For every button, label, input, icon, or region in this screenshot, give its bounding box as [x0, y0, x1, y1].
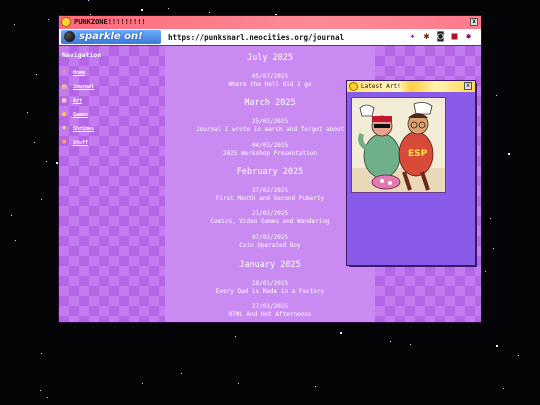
star — [503, 388, 504, 389]
bug-icon[interactable]: ✱ — [421, 31, 432, 42]
book-icon: ▤ — [62, 82, 67, 90]
window-titlebar[interactable]: PUNKZONE!!!!!!!!! x — [59, 16, 481, 29]
latest-art-popup: Latest Art! x ESP — [347, 81, 475, 265]
entry-date: 07/02/2025 — [251, 234, 289, 241]
bookmark-icon[interactable]: ■ — [449, 31, 460, 42]
star — [90, 14, 91, 15]
entry-link[interactable]: HTML And Hot Afternoons — [165, 311, 375, 318]
star — [36, 74, 37, 75]
smiley-icon — [61, 17, 71, 27]
beetle-icon[interactable]: ✸ — [463, 31, 474, 42]
navigation-title: Navigation — [62, 51, 102, 59]
bowling-ball-icon — [64, 31, 75, 42]
star — [410, 344, 411, 345]
popup-close-button[interactable]: x — [464, 82, 472, 90]
star — [490, 218, 491, 219]
month-heading: February 2025 — [236, 167, 304, 177]
star — [181, 373, 182, 374]
window-title: PUNKZONE!!!!!!!!! — [74, 18, 146, 26]
star — [315, 386, 316, 387]
star — [496, 345, 498, 347]
entry-link[interactable]: First Month and Second Puberty — [165, 195, 375, 202]
entry-date: 21/02/2025 — [251, 210, 289, 217]
star — [235, 336, 236, 337]
star — [48, 19, 49, 20]
window-close-button[interactable]: x — [470, 18, 478, 26]
url-field[interactable]: https://punksnarl.neocities.org/journal — [168, 33, 344, 42]
star — [485, 271, 486, 272]
box-icon: ☻ — [62, 138, 67, 146]
robot-icon[interactable]: ◙ — [435, 31, 446, 42]
star — [34, 142, 35, 143]
star — [508, 153, 510, 155]
star — [493, 248, 494, 249]
entry-date: 28/01/2025 — [251, 280, 289, 287]
entry-date: 04/03/2025 — [251, 142, 289, 149]
star — [47, 397, 48, 398]
popup-title: Latest Art! — [361, 83, 401, 90]
month-heading: July 2025 — [246, 53, 294, 63]
nav-label[interactable]: Art — [73, 98, 82, 104]
sidebar: Navigation ⌂ Home ▤ Journal ▦ Art ● Game… — [59, 46, 165, 322]
star — [41, 199, 42, 200]
star — [168, 8, 169, 9]
entry-link[interactable]: Every Dad is Made in a Factory — [165, 288, 375, 295]
star — [11, 215, 12, 216]
star — [46, 161, 47, 162]
star — [15, 240, 16, 241]
star — [14, 24, 15, 25]
nav-label[interactable]: Journal — [73, 84, 94, 90]
nav-label[interactable]: Home — [73, 70, 85, 76]
entry-link[interactable]: 2025 Workshop Presentation — [165, 150, 375, 157]
house-icon: ⌂ — [62, 68, 67, 76]
art-chest-text: ESP — [408, 149, 428, 159]
star — [340, 332, 342, 334]
shrine-icon: ♦ — [62, 124, 67, 132]
star — [238, 383, 239, 384]
entry-date: 27/01/2025 — [251, 303, 289, 310]
star — [27, 112, 28, 113]
entry-date: 27/02/2025 — [251, 187, 289, 194]
smiley-icon — [349, 82, 358, 91]
latest-art-image[interactable]: ESP — [351, 97, 446, 193]
star — [481, 265, 482, 266]
palette-icon: ▦ — [62, 96, 67, 104]
game-icon: ● — [62, 110, 67, 118]
month-heading: January 2025 — [239, 260, 301, 270]
star — [142, 383, 143, 384]
logo-text: sparkle on! — [79, 31, 143, 42]
sparkle-icon[interactable]: ✦ — [407, 31, 418, 42]
popup-titlebar[interactable]: Latest Art! x — [347, 81, 475, 92]
star — [40, 390, 41, 391]
nav-label[interactable]: Stuff — [73, 140, 88, 146]
entry-link[interactable]: Journal I wrote in march and forgot abou… — [165, 126, 375, 133]
month-heading: March 2025 — [244, 98, 296, 108]
star — [496, 95, 497, 96]
star — [88, 0, 89, 1]
nav-label[interactable]: Games — [73, 112, 88, 118]
address-bar: sparkle on! https://punksnarl.neocities.… — [59, 29, 481, 46]
entry-link[interactable]: Where the hell did I go — [165, 81, 375, 88]
star — [209, 12, 210, 13]
star — [390, 341, 391, 342]
nav-label[interactable]: Shrines — [73, 126, 94, 132]
star — [41, 353, 42, 354]
sparkle-logo[interactable]: sparkle on! — [61, 30, 161, 44]
journal-list: July 2025 05/07/2025 Where the hell did … — [165, 46, 375, 322]
entry-date: 25/03/2025 — [251, 118, 289, 125]
star — [141, 9, 143, 11]
star — [518, 355, 519, 356]
entry-date: 05/07/2025 — [251, 73, 289, 80]
star — [56, 162, 58, 164]
entry-link[interactable]: Coin Operated Boy — [165, 242, 375, 249]
entry-link[interactable]: Comics, Video Games and Wandering — [165, 218, 375, 225]
